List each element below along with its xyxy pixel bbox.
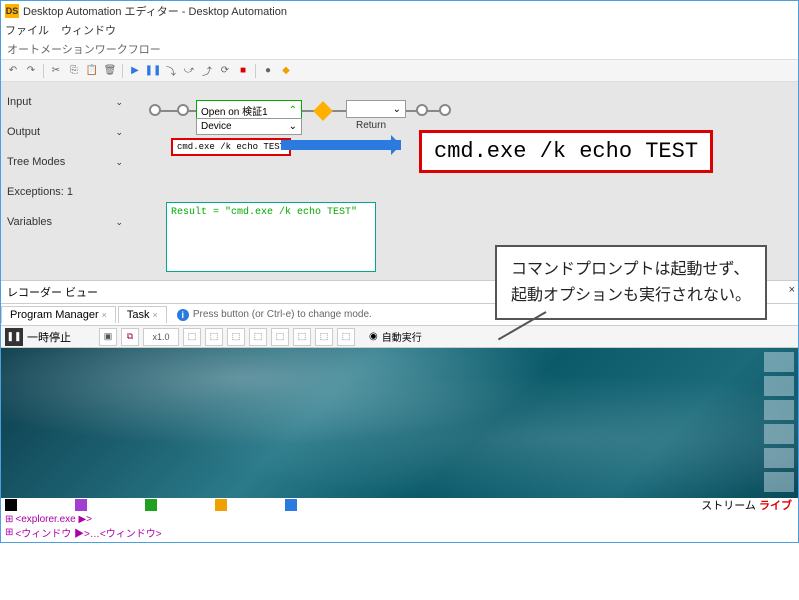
flow-empty-step[interactable]: ⌄ <box>346 100 406 118</box>
titlebar: DS Desktop Automation エディター - Desktop Au… <box>1 1 798 21</box>
undo-icon[interactable]: ↶ <box>5 63 21 79</box>
tool-icon[interactable]: ⬚ <box>183 328 201 346</box>
workflow-label: オートメーションワークフロー <box>1 39 798 60</box>
delete-icon[interactable]: 🗑 <box>102 63 118 79</box>
multi-window-icon[interactable]: ⧉ <box>121 328 139 346</box>
marker-icon[interactable]: ◆ <box>278 63 294 79</box>
tool-icon[interactable]: ⬚ <box>249 328 267 346</box>
tray-icon <box>764 472 794 492</box>
paste-icon[interactable]: 📋 <box>84 63 100 79</box>
tree-row[interactable]: ⊞<explorer.exe ▶> <box>5 514 794 525</box>
tab-program-manager[interactable]: Program Manager× <box>1 306 116 323</box>
cut-icon[interactable]: ✂ <box>48 63 64 79</box>
exceptions-label: Exceptions: 1 <box>5 182 125 202</box>
tray-icon <box>764 376 794 396</box>
tray-icon <box>764 448 794 468</box>
redo-icon[interactable]: ↷ <box>23 63 39 79</box>
app-icon: DS <box>5 4 19 18</box>
input-dropdown[interactable]: Input⌄ <box>5 92 125 112</box>
chevron-down-icon: ⌄ <box>115 217 123 228</box>
stop-icon[interactable]: ■ <box>235 63 251 79</box>
tree-modes-dropdown[interactable]: Tree Modes⌄ <box>5 152 125 172</box>
callout-line1: コマンドプロンプトは起動せず、 <box>511 257 751 283</box>
flow-decision-node[interactable] <box>313 101 333 121</box>
play-icon[interactable]: ▶ <box>127 63 143 79</box>
flow-start-node[interactable] <box>149 104 161 116</box>
tool-icon[interactable]: ⬚ <box>315 328 333 346</box>
radio-icon[interactable]: ◉ <box>369 331 378 342</box>
close-icon[interactable]: × <box>102 310 107 320</box>
main-toolbar: ↶ ↷ ✂ ⎘ 📋 🗑 ▶ ❚❚ ⤵ ⤻ ⤴ ⟳ ■ ● ◆ <box>1 60 798 82</box>
step-into-icon[interactable]: ⤵ <box>163 63 179 79</box>
chevron-down-icon: ⌄ <box>115 97 123 108</box>
chevron-down-icon: ⌄ <box>115 157 123 168</box>
chevron-down-icon: ⌄ <box>393 104 401 115</box>
screenshot-icon[interactable]: ▣ <box>99 328 117 346</box>
color-swatch[interactable] <box>285 499 297 511</box>
annotation-callout: コマンドプロンプトは起動せず、 起動オプションも実行されない。 <box>495 245 767 320</box>
refresh-icon[interactable]: ⟳ <box>217 63 233 79</box>
flow-node[interactable] <box>177 104 189 116</box>
tray-icon <box>764 424 794 444</box>
flow-node[interactable] <box>416 104 428 116</box>
flow-end-node[interactable] <box>439 104 451 116</box>
device-dropdown[interactable]: Device⌄ <box>196 118 302 135</box>
cmd-big-highlight: cmd.exe /k echo TEST <box>419 130 713 173</box>
mode-hint: i Press button (or Ctrl-e) to change mod… <box>177 309 372 321</box>
tool-icon[interactable]: ⬚ <box>271 328 289 346</box>
color-swatch[interactable] <box>5 499 17 511</box>
output-dropdown[interactable]: Output⌄ <box>5 122 125 142</box>
recorder-toolbar: ❚❚ 一時停止 ▣ ⧉ x1.0 ⬚ ⬚ ⬚ ⬚ ⬚ ⬚ ⬚ ⬚ ◉ 自動実行 <box>1 326 798 348</box>
record-icon[interactable]: ● <box>260 63 276 79</box>
pause-button[interactable]: ❚❚ <box>5 328 23 346</box>
menu-window[interactable]: ウィンドウ <box>61 22 116 38</box>
step-out-icon[interactable]: ⤴ <box>199 63 215 79</box>
callout-line2: 起動オプションも実行されない。 <box>511 283 751 309</box>
desktop-tray <box>764 352 794 492</box>
menubar: ファイル ウィンドウ <box>1 21 798 39</box>
speed-selector[interactable]: x1.0 <box>143 328 179 346</box>
variables-dropdown[interactable]: Variables⌄ <box>5 212 125 232</box>
auto-run-label: 自動実行 <box>382 329 422 344</box>
result-text: Result = "cmd.exe /k echo TEST" <box>167 203 375 222</box>
tool-icon[interactable]: ⬚ <box>227 328 245 346</box>
result-panel: Result = "cmd.exe /k echo TEST" <box>166 202 376 272</box>
copy-icon[interactable]: ⎘ <box>66 63 82 79</box>
expand-icon[interactable]: ⊞ <box>5 514 13 525</box>
chevron-down-icon: ⌄ <box>115 127 123 138</box>
tool-icon[interactable]: ⬚ <box>293 328 311 346</box>
tree-row[interactable]: ⊞<ウィンドウ ▶>…<ウィンドウ> <box>5 525 794 540</box>
pause-label: 一時停止 <box>27 329 71 345</box>
tool-icon[interactable]: ⬚ <box>205 328 223 346</box>
window-title: Desktop Automation エディター - Desktop Autom… <box>23 3 287 19</box>
color-swatch[interactable] <box>215 499 227 511</box>
chevron-down-icon: ⌄ <box>289 121 297 132</box>
expand-icon[interactable]: ⊞ <box>5 527 13 538</box>
info-icon: i <box>177 309 189 321</box>
tab-task[interactable]: Task× <box>118 306 167 323</box>
remote-desktop-view[interactable] <box>1 348 798 498</box>
color-swatch[interactable] <box>75 499 87 511</box>
close-icon[interactable]: × <box>153 310 158 320</box>
chevron-up-icon: ⌃ <box>289 105 297 116</box>
menu-file[interactable]: ファイル <box>5 22 49 38</box>
return-label: Return <box>356 120 386 131</box>
color-swatch[interactable] <box>145 499 157 511</box>
stream-status: ストリーム ライブ <box>701 497 792 513</box>
side-panel: Input⌄ Output⌄ Tree Modes⌄ Exceptions: 1… <box>5 92 125 242</box>
element-tree: ⊞<explorer.exe ▶> ⊞<ウィンドウ ▶>…<ウィンドウ> <box>1 512 798 542</box>
close-icon[interactable]: × <box>789 284 795 296</box>
tray-icon <box>764 352 794 372</box>
cmd-small-highlight: cmd.exe /k echo TEST <box>171 138 291 156</box>
pause-icon[interactable]: ❚❚ <box>145 63 161 79</box>
step-over-icon[interactable]: ⤻ <box>181 63 197 79</box>
tray-icon <box>764 400 794 420</box>
tool-icon[interactable]: ⬚ <box>337 328 355 346</box>
arrow-icon <box>281 140 401 150</box>
color-swatch-bar: ストリーム ライブ <box>1 498 798 512</box>
